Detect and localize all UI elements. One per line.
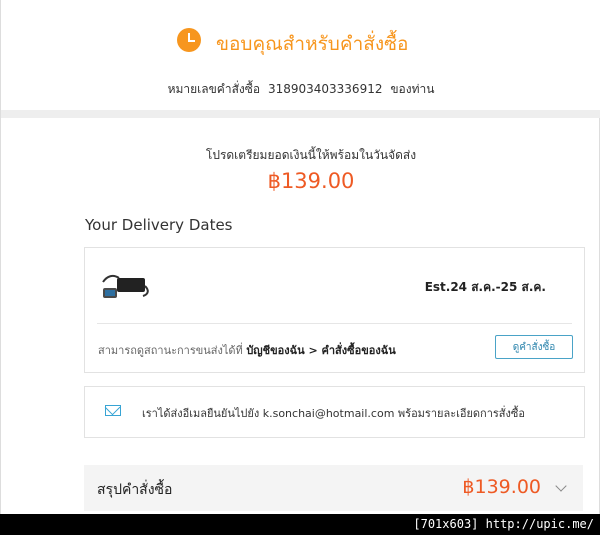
clock-icon xyxy=(177,28,201,52)
tracking-prefix: สามารถดูสถานะการขนส่งได้ที่ xyxy=(98,344,243,357)
chevron-down-icon[interactable] xyxy=(555,480,567,492)
delivery-card: Est.24 ส.ค.-25 ส.ค. สามารถดูสถานะการขนส่… xyxy=(84,247,585,373)
card-divider xyxy=(97,323,572,324)
order-number: 318903403336912 xyxy=(267,82,383,96)
watermark-bar: [701x603] http://upic.me/ xyxy=(0,514,600,535)
email-confirmation-text: เราได้ส่งอีเมลยืนยันไปยัง k.sonchai@hotm… xyxy=(142,407,525,420)
order-summary-label: สรุปคำสั่งซื้อ xyxy=(97,482,173,498)
delivery-estimate: Est.24 ส.ค.-25 ส.ค. xyxy=(424,280,546,294)
payment-amount: ฿139.00 xyxy=(267,169,355,193)
thank-you-title: ขอบคุณสำหรับคำสั่งซื้อ xyxy=(216,33,409,55)
order-summary-amount: ฿139.00 xyxy=(462,476,541,498)
order-number-line: หมายเลขคำสั่งซื้อ 318903403336912 ของท่า… xyxy=(1,80,600,99)
watermark-text: [701x603] http://upic.me/ xyxy=(413,517,594,531)
product-thumbnail xyxy=(102,274,149,298)
my-orders-link[interactable]: บัญชีของฉัน > คำสั่งซื้อของฉัน xyxy=(246,344,395,357)
order-number-suffix: ของท่าน xyxy=(390,82,435,96)
order-summary-toggle[interactable]: สรุปคำสั่งซื้อ ฿139.00 xyxy=(84,465,583,511)
mail-icon xyxy=(105,405,121,416)
email-notice-card: เราได้ส่งอีเมลยืนยันไปยัง k.sonchai@hotm… xyxy=(84,386,585,438)
tracking-info: สามารถดูสถานะการขนส่งได้ที่ บัญชีของฉัน … xyxy=(98,341,396,359)
payment-instruction: โปรดเตรียมยอดเงินนี้ให้พร้อมในวันจัดส่ง xyxy=(205,148,417,162)
thank-you-header: ขอบคุณสำหรับคำสั่งซื้อ หมายเลขคำสั่งซื้อ… xyxy=(1,0,600,112)
delivery-dates-title: Your Delivery Dates xyxy=(85,216,233,234)
order-number-label: หมายเลขคำสั่งซื้อ xyxy=(167,82,261,96)
section-divider xyxy=(1,110,600,118)
page-frame: ขอบคุณสำหรับคำสั่งซื้อ หมายเลขคำสั่งซื้อ… xyxy=(0,0,600,514)
view-order-button[interactable]: ดูคำสั่งซื้อ xyxy=(495,335,573,359)
